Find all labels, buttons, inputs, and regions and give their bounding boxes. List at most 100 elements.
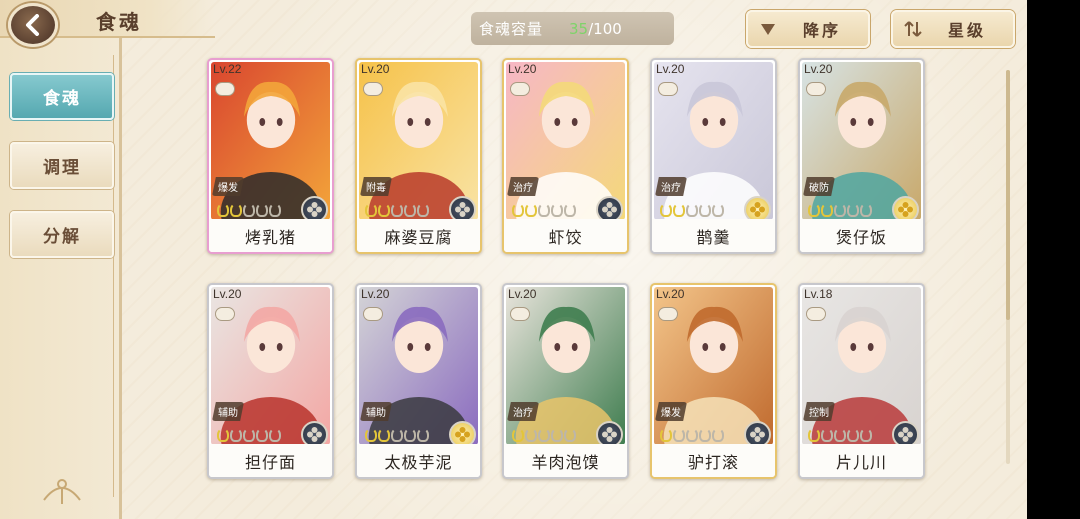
character-name: 太极芋泥 xyxy=(357,444,480,477)
affection-icon xyxy=(510,307,530,321)
star-rating xyxy=(808,428,872,444)
star-icon xyxy=(525,203,537,217)
star-rating xyxy=(660,203,724,219)
capacity-current: 35 xyxy=(569,19,589,38)
game-screen: 食魂 食魂 调理 分解 食魂容量 35 /100 降序 星级 Lv.22 爆发 烤乳… xyxy=(0,0,1027,519)
affection-icon xyxy=(658,82,678,96)
star-icon xyxy=(378,428,390,442)
sort-star-label: 星级 xyxy=(947,21,986,40)
star-rating xyxy=(365,203,429,219)
tab-decompose[interactable]: 分解 xyxy=(10,211,114,258)
role-badge: 治疗 xyxy=(507,402,539,421)
level-label: Lv.18 xyxy=(804,287,833,301)
star-icon xyxy=(834,203,846,217)
character-name: 煲仔饭 xyxy=(800,219,923,252)
affection-icon xyxy=(215,82,235,96)
star-icon xyxy=(269,203,281,217)
triangle-down-icon xyxy=(761,24,775,35)
star-rating xyxy=(512,428,576,444)
food-soul-card[interactable]: Lv.22 爆发烤乳猪 xyxy=(207,58,334,254)
star-icon xyxy=(673,428,685,442)
star-icon xyxy=(847,428,859,442)
star-icon xyxy=(564,203,576,217)
scrollbar[interactable] xyxy=(1006,70,1010,464)
sort-order-button[interactable]: 降序 xyxy=(746,10,870,48)
food-soul-card[interactable]: Lv.20 附毒麻婆豆腐 xyxy=(355,58,482,254)
character-name: 烤乳猪 xyxy=(209,219,332,252)
role-badge: 辅助 xyxy=(360,402,392,421)
character-name: 驴打滚 xyxy=(652,444,775,477)
character-name: 担仔面 xyxy=(209,444,332,477)
page-title: 食魂 xyxy=(96,10,142,34)
affection-icon xyxy=(806,82,826,96)
character-name: 羊肉泡馍 xyxy=(504,444,627,477)
role-badge: 爆发 xyxy=(655,402,687,421)
food-soul-card[interactable]: Lv.20 爆发驴打滚 xyxy=(650,283,777,479)
food-soul-card[interactable]: Lv.20 治疗羊肉泡馍 xyxy=(502,283,629,479)
star-icon xyxy=(538,203,550,217)
star-icon xyxy=(269,428,281,442)
star-icon xyxy=(378,203,390,217)
star-rating xyxy=(365,428,429,444)
level-label: Lv.20 xyxy=(656,62,685,76)
star-icon xyxy=(673,203,685,217)
affection-icon xyxy=(510,82,530,96)
star-icon xyxy=(860,203,872,217)
food-soul-card[interactable]: Lv.20 辅助 太极芋泥 xyxy=(355,283,482,479)
role-badge: 爆发 xyxy=(212,177,244,196)
character-name: 片儿川 xyxy=(800,444,923,477)
food-soul-card[interactable]: Lv.20 破防煲仔饭 xyxy=(798,58,925,254)
star-icon xyxy=(417,428,429,442)
back-button[interactable] xyxy=(8,3,58,47)
food-soul-card[interactable]: Lv.20 治疗鹊羹 xyxy=(650,58,777,254)
star-icon xyxy=(860,428,872,442)
role-badge: 附毒 xyxy=(360,177,392,196)
food-soul-card[interactable]: Lv.20 辅助 担仔面 xyxy=(207,283,334,479)
role-badge: 治疗 xyxy=(507,177,539,196)
level-label: Lv.20 xyxy=(361,62,390,76)
star-icon xyxy=(551,428,563,442)
star-icon xyxy=(660,428,672,442)
character-name: 虾饺 xyxy=(504,219,627,252)
affection-icon xyxy=(363,307,383,321)
level-label: Lv.22 xyxy=(213,62,242,76)
level-label: Lv.20 xyxy=(508,62,537,76)
tab-cook[interactable]: 调理 xyxy=(10,142,114,189)
sort-order-label: 降序 xyxy=(802,21,841,40)
role-badge: 破防 xyxy=(803,177,835,196)
sort-star-button[interactable]: 星级 xyxy=(891,10,1015,48)
star-icon xyxy=(808,203,820,217)
star-icon xyxy=(365,428,377,442)
star-icon xyxy=(243,428,255,442)
star-icon xyxy=(256,428,268,442)
star-icon xyxy=(391,203,403,217)
back-arrow-icon xyxy=(26,14,39,36)
star-icon xyxy=(821,203,833,217)
food-soul-card[interactable]: Lv.20 治疗虾饺 xyxy=(502,58,629,254)
star-rating xyxy=(512,203,576,219)
star-rating xyxy=(217,203,281,219)
character-name: 鹊羹 xyxy=(652,219,775,252)
star-icon xyxy=(538,428,550,442)
star-icon xyxy=(712,428,724,442)
scrollbar-thumb[interactable] xyxy=(1006,70,1010,320)
character-name: 麻婆豆腐 xyxy=(357,219,480,252)
star-rating xyxy=(660,428,724,444)
food-soul-card[interactable]: Lv.18 控制 片儿川 xyxy=(798,283,925,479)
star-icon xyxy=(834,428,846,442)
star-icon xyxy=(847,203,859,217)
star-icon xyxy=(699,428,711,442)
star-icon xyxy=(365,203,377,217)
star-icon xyxy=(404,428,416,442)
star-rating xyxy=(808,203,872,219)
tab-food-souls[interactable]: 食魂 xyxy=(10,73,114,120)
star-icon xyxy=(808,428,820,442)
level-label: Lv.20 xyxy=(508,287,537,301)
capacity-label: 食魂容量 xyxy=(479,20,544,38)
star-icon xyxy=(391,428,403,442)
role-badge: 治疗 xyxy=(655,177,687,196)
level-label: Lv.20 xyxy=(804,62,833,76)
level-label: Lv.20 xyxy=(656,287,685,301)
star-icon xyxy=(217,428,229,442)
star-icon xyxy=(564,428,576,442)
